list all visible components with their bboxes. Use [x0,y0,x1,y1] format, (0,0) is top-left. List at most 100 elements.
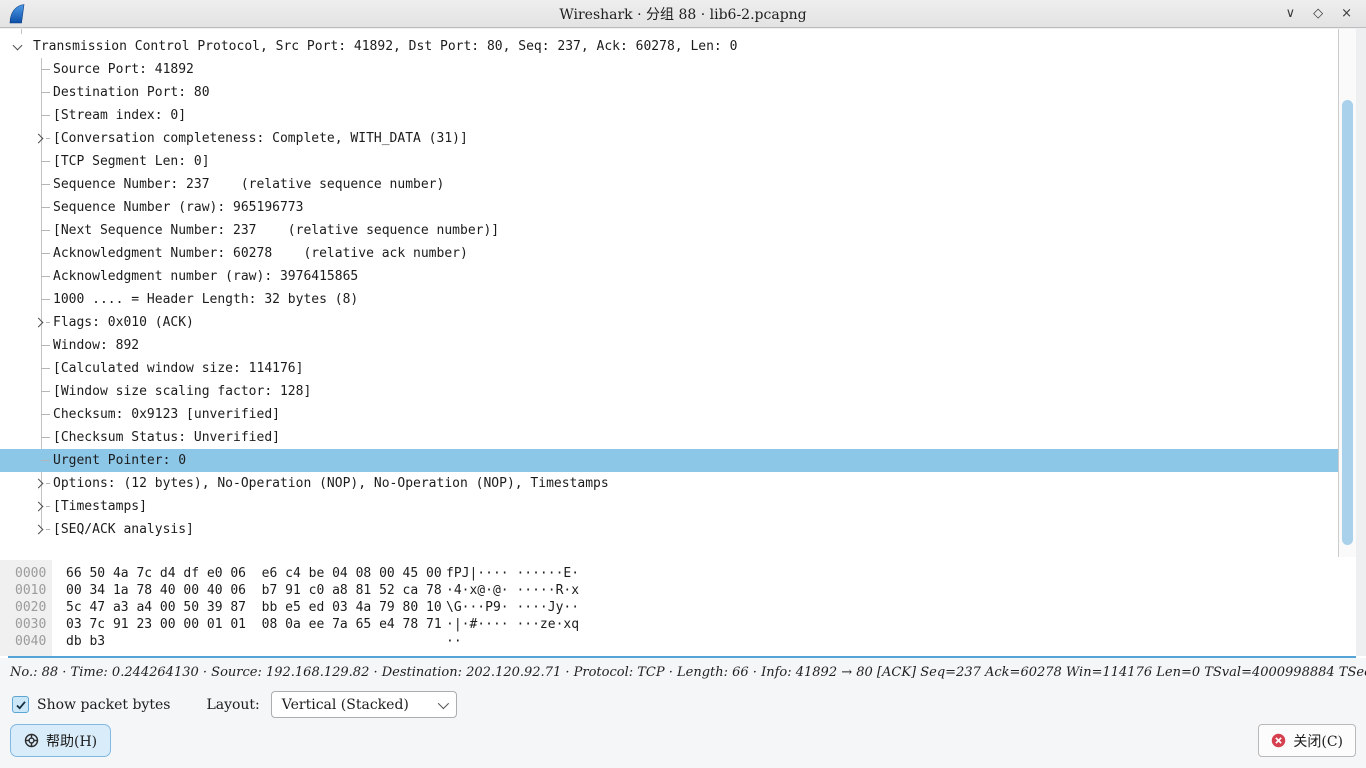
chevron-right-icon[interactable] [34,525,44,535]
hex-offset: 0000 [0,565,52,582]
close-button-label: 关闭(C) [1293,731,1343,751]
packet-tree[interactable]: Transmission Control Protocol, Src Port:… [0,29,1338,557]
hex-ascii[interactable]: ·4·x@·@· ·····R·x [446,582,579,599]
tree-row-label: [Timestamps] [53,499,147,514]
tree-row[interactable]: Acknowledgment number (raw): 3976415865 [0,265,1338,288]
tree-row[interactable]: [Checksum Status: Unverified] [0,426,1338,449]
tree-row-label: Source Port: 41892 [53,62,194,77]
help-button[interactable]: 帮助(H) [10,724,111,757]
tree-branch-line [41,184,50,185]
chevron-down-icon[interactable] [13,41,23,51]
window-title: Wireshark · 分组 88 · lib6-2.pcapng [0,4,1366,24]
tree-row-label: [Checksum Status: Unverified] [53,430,280,445]
tree-row[interactable]: Sequence Number (raw): 965196773 [0,196,1338,219]
help-icon [24,733,39,748]
tree-branch-line [41,368,50,369]
layout-select-value: Vertical (Stacked) [282,697,409,713]
tree-row[interactable]: [Conversation completeness: Complete, WI… [0,127,1338,150]
tree-row[interactable]: [Calculated window size: 114176] [0,357,1338,380]
help-button-label: 帮助(H) [46,731,97,751]
tree-row[interactable]: [SEQ/ACK analysis] [0,518,1338,541]
tree-row[interactable]: [Stream index: 0] [0,104,1338,127]
hex-row[interactable]: 00205c 47 a3 a4 00 50 39 87 bb e5 ed 03 … [0,599,1356,616]
tree-row[interactable]: 1000 .... = Header Length: 32 bytes (8) [0,288,1338,311]
show-packet-bytes-checkbox[interactable] [12,696,29,713]
tree-branch-line [46,322,50,323]
layout-label: Layout: [206,697,259,713]
packet-summary-line: No.: 88 · Time: 0.244264130 · Source: 19… [0,658,1366,680]
tree-row-label: Transmission Control Protocol, Src Port:… [33,39,737,54]
tree-row-label: Destination Port: 80 [53,85,210,100]
close-circle-icon [1271,733,1286,748]
tree-row[interactable]: Checksum: 0x9123 [unverified] [0,403,1338,426]
chevron-down-icon [438,697,449,708]
tree-branch-line [41,253,50,254]
hex-row[interactable]: 003003 7c 91 23 00 00 01 01 08 0a ee 7a … [0,616,1356,633]
hex-offset: 0010 [0,582,52,599]
hex-offset: 0040 [0,633,52,650]
hex-bytes[interactable]: 66 50 4a 7c d4 df e0 06 e6 c4 be 04 08 0… [52,565,446,582]
tree-branch-line [41,115,50,116]
tree-row[interactable]: [Next Sequence Number: 237 (relative seq… [0,219,1338,242]
hex-bytes[interactable]: 5c 47 a3 a4 00 50 39 87 bb e5 ed 03 4a 7… [52,599,446,616]
tree-row-label: Flags: 0x010 (ACK) [53,315,194,330]
tree-row[interactable]: Transmission Control Protocol, Src Port:… [0,35,1338,58]
hex-offset: 0020 [0,599,52,616]
close-button[interactable]: 关闭(C) [1258,724,1356,757]
tree-row-label: 1000 .... = Header Length: 32 bytes (8) [53,292,358,307]
dialog-content: Transmission Control Protocol, Src Port:… [0,29,1366,768]
hex-bytes[interactable]: 00 34 1a 78 40 00 40 06 b7 91 c0 a8 81 5… [52,582,446,599]
tree-row-label: [SEQ/ACK analysis] [53,522,194,537]
maximize-button[interactable]: ◇ [1313,0,1323,28]
hex-ascii[interactable]: ·|·#···· ···ze·xq [446,616,579,633]
tree-branch-line [41,161,50,162]
tree-branch-line [41,437,50,438]
tree-scrollbar[interactable] [1338,29,1356,557]
hex-bytes[interactable]: 03 7c 91 23 00 00 01 01 08 0a ee 7a 65 e… [52,616,446,633]
chevron-right-icon[interactable] [34,318,44,328]
close-window-button[interactable]: × [1341,0,1352,28]
tree-row-label: Checksum: 0x9123 [unverified] [53,407,280,422]
hex-row[interactable]: 0040db b3·· [0,633,1356,650]
tree-row[interactable]: Flags: 0x010 (ACK) [0,311,1338,334]
tree-row-label: Acknowledgment number (raw): 3976415865 [53,269,358,284]
minimize-button[interactable]: ∨ [1286,0,1296,28]
tree-row[interactable]: Destination Port: 80 [0,81,1338,104]
tree-row[interactable]: Sequence Number: 237 (relative sequence … [0,173,1338,196]
tree-row[interactable]: Source Port: 41892 [0,58,1338,81]
tree-branch-line [41,207,50,208]
tree-row-selected[interactable]: Urgent Pointer: 0 [0,449,1338,472]
tree-row-label: [Next Sequence Number: 237 (relative seq… [53,223,499,238]
scrollbar-thumb[interactable] [1342,100,1353,545]
tree-row[interactable]: Acknowledgment Number: 60278 (relative a… [0,242,1338,265]
tree-branch-line [41,414,50,415]
tree-branch-line [46,529,50,530]
tree-row[interactable]: Options: (12 bytes), No-Operation (NOP),… [0,472,1338,495]
hex-ascii[interactable]: fPJ|···· ······E· [446,565,579,582]
tree-row[interactable]: [Window size scaling factor: 128] [0,380,1338,403]
tree-row[interactable]: Window: 892 [0,334,1338,357]
tree-row-label: [Calculated window size: 114176] [53,361,303,376]
packet-bytes-view[interactable]: 000066 50 4a 7c d4 df e0 06 e6 c4 be 04 … [0,560,1356,656]
tree-branch-line [41,276,50,277]
tree-row-label: Sequence Number (raw): 965196773 [53,200,303,215]
tree-row-label: [Conversation completeness: Complete, WI… [53,131,468,146]
hex-ascii[interactable]: \G···P9· ····Jy·· [446,599,579,616]
hex-row[interactable]: 001000 34 1a 78 40 00 40 06 b7 91 c0 a8 … [0,582,1356,599]
chevron-right-icon[interactable] [34,134,44,144]
hex-ascii[interactable]: ·· [446,633,462,650]
hex-row[interactable]: 000066 50 4a 7c d4 df e0 06 e6 c4 be 04 … [0,565,1356,582]
layout-select[interactable]: Vertical (Stacked) [271,691,457,718]
tree-branch-line [41,345,50,346]
hex-offset: 0030 [0,616,52,633]
tree-row-label: Sequence Number: 237 (relative sequence … [53,177,444,192]
tree-row-label: Acknowledgment Number: 60278 (relative a… [53,246,468,261]
show-packet-bytes-label[interactable]: Show packet bytes [37,697,170,713]
hex-bytes[interactable]: db b3 [52,633,446,650]
tree-row-label: Options: (12 bytes), No-Operation (NOP),… [53,476,609,491]
chevron-right-icon[interactable] [34,502,44,512]
tree-row[interactable]: [TCP Segment Len: 0] [0,150,1338,173]
tree-branch-line [41,391,50,392]
chevron-right-icon[interactable] [34,479,44,489]
tree-row[interactable]: [Timestamps] [0,495,1338,518]
